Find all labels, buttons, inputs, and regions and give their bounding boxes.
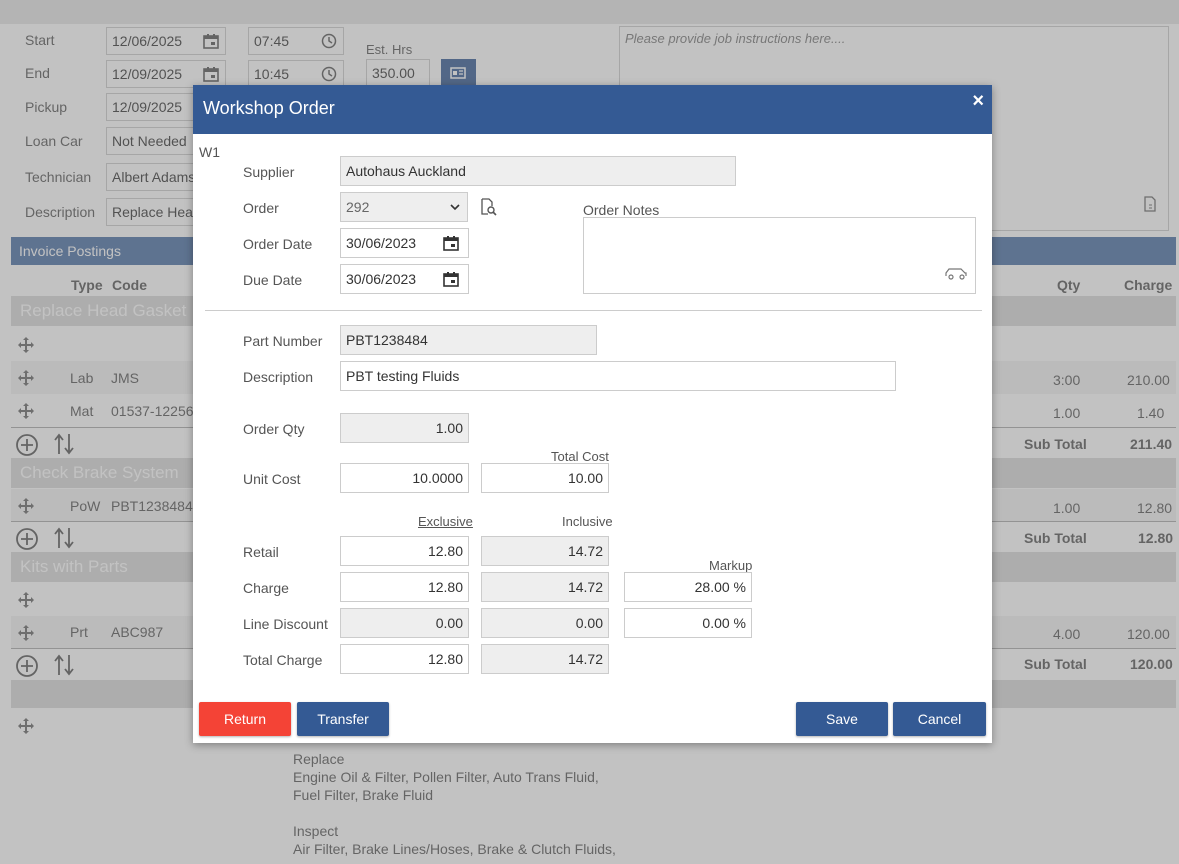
order-code: W1 [199,144,220,160]
charge-exclusive-field[interactable]: 12.80 [340,572,469,602]
section-divider [205,310,982,311]
total-charge-inclusive-field[interactable]: 14.72 [481,644,609,674]
discount-exclusive-field[interactable]: 0.00 [340,608,469,638]
discount-exclusive-value: 0.00 [435,615,463,631]
due-date-field[interactable]: 30/06/2023 [340,264,469,294]
part-description-label: Description [243,369,314,385]
total-charge-inclusive-value: 14.72 [567,651,603,667]
markup-header: Markup [709,558,753,573]
exclusive-header[interactable]: Exclusive [418,514,473,529]
order-date-value: 30/06/2023 [346,235,417,251]
order-lookup-icon[interactable] [480,198,497,216]
workshop-order-dialog: Workshop Order × W1 Supplier Autohaus Au… [193,85,992,743]
total-charge-label: Total Charge [243,652,323,668]
retail-exclusive-value: 12.80 [427,543,463,559]
chevron-down-icon [450,204,460,211]
part-number-label: Part Number [243,333,323,349]
markup-field[interactable]: 28.00 % [624,572,752,602]
calendar-icon[interactable] [443,235,459,251]
order-qty-label: Order Qty [243,421,305,437]
cancel-button[interactable]: Cancel [893,702,986,736]
discount-inclusive-value: 0.00 [575,615,603,631]
discount-inclusive-field[interactable]: 0.00 [481,608,609,638]
order-notes-label: Order Notes [583,202,660,218]
close-icon[interactable]: × [972,90,984,113]
part-description-field[interactable]: PBT testing Fluids [340,361,896,391]
discount-percent-value: 0.00 % [702,615,746,631]
car-icon[interactable] [944,266,968,280]
unit-cost-label: Unit Cost [243,471,301,487]
retail-exclusive-field[interactable]: 12.80 [340,536,469,566]
dialog-header: Workshop Order × [193,85,992,134]
due-date-value: 30/06/2023 [346,271,417,287]
supplier-label: Supplier [243,164,295,180]
charge-inclusive-field[interactable]: 14.72 [481,572,609,602]
order-qty-value: 1.00 [435,420,463,436]
part-description-value: PBT testing Fluids [346,368,460,384]
return-button[interactable]: Return [199,702,291,736]
order-qty-field[interactable]: 1.00 [340,413,469,443]
charge-inclusive-value: 14.72 [567,579,603,595]
markup-value: 28.00 % [694,579,746,595]
due-date-label: Due Date [243,272,303,288]
order-date-field[interactable]: 30/06/2023 [340,228,469,258]
retail-label: Retail [243,544,279,560]
inclusive-header: Inclusive [562,514,613,529]
retail-inclusive-value: 14.72 [567,543,603,559]
total-charge-exclusive-value: 12.80 [427,651,463,667]
total-charge-exclusive-field[interactable]: 12.80 [340,644,469,674]
order-date-label: Order Date [243,236,313,252]
unit-cost-value: 10.0000 [412,470,463,486]
charge-exclusive-value: 12.80 [427,579,463,595]
discount-percent-field[interactable]: 0.00 % [624,608,752,638]
transfer-button[interactable]: Transfer [297,702,389,736]
save-button[interactable]: Save [796,702,888,736]
supplier-field[interactable]: Autohaus Auckland [340,156,736,186]
order-label: Order [243,200,279,216]
supplier-value: Autohaus Auckland [346,163,466,179]
unit-cost-field[interactable]: 10.0000 [340,463,469,493]
retail-inclusive-field[interactable]: 14.72 [481,536,609,566]
order-select[interactable]: 292 [340,192,468,222]
charge-label: Charge [243,580,289,596]
calendar-icon[interactable] [443,271,459,287]
order-notes-textarea[interactable] [583,217,976,294]
order-value: 292 [346,199,370,215]
total-cost-label: Total Cost [551,449,609,464]
part-number-value: PBT1238484 [346,332,428,348]
part-number-field[interactable]: PBT1238484 [340,325,597,355]
total-cost-value: 10.00 [567,470,603,486]
dialog-title: Workshop Order [203,98,335,118]
line-discount-label: Line Discount [243,616,328,632]
total-cost-field[interactable]: 10.00 [481,463,609,493]
